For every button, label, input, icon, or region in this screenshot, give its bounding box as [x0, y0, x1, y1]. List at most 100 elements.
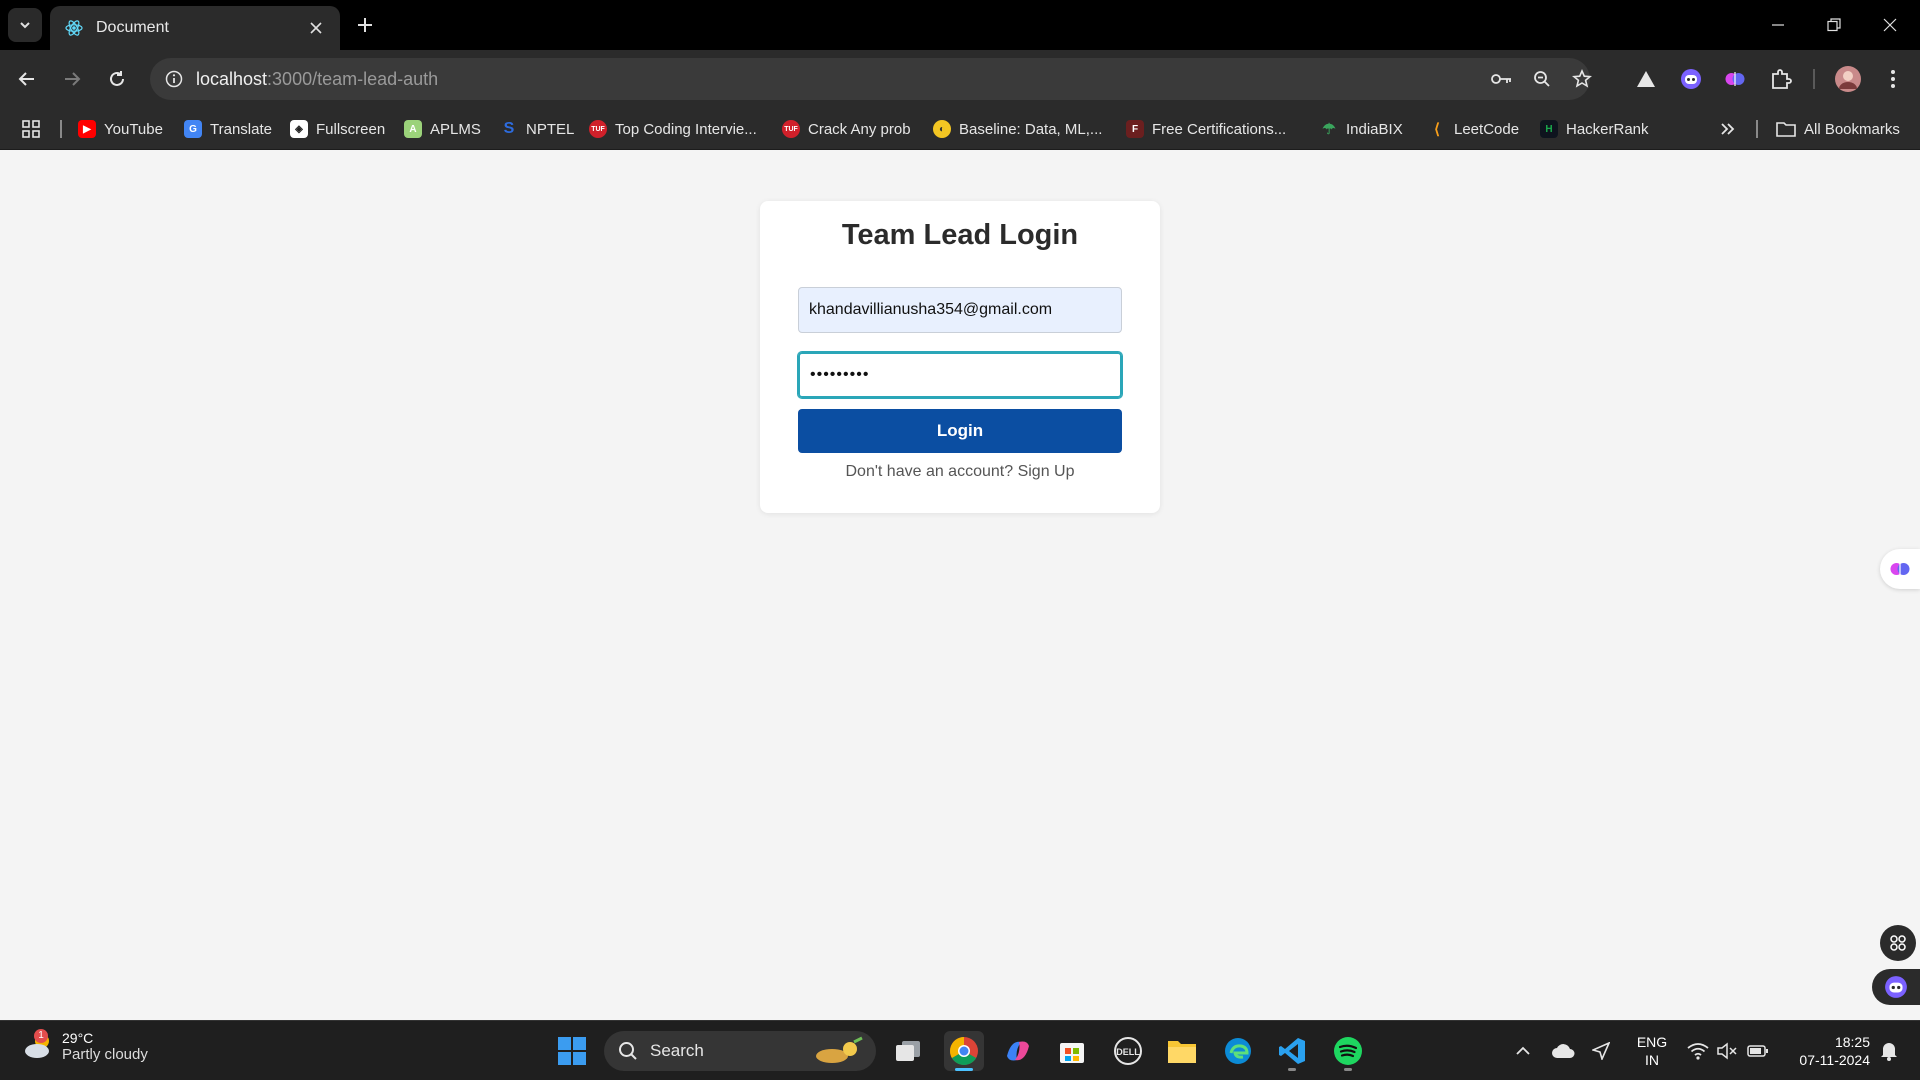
- bookmark-baseline[interactable]: ◐ Baseline: Data, ML,...: [933, 108, 1102, 150]
- bookmark-aplms[interactable]: A APLMS: [404, 108, 481, 150]
- login-button[interactable]: Login: [798, 409, 1122, 453]
- bookmarks-bar: ▶ YouTube G Translate ◈ Fullscreen A APL…: [0, 108, 1920, 150]
- bookmark-hackerrank[interactable]: H HackerRank: [1540, 108, 1649, 150]
- taskbar-spotify[interactable]: [1328, 1031, 1368, 1071]
- profile-button[interactable]: [1833, 64, 1863, 94]
- start-button[interactable]: [552, 1031, 592, 1071]
- address-bar[interactable]: localhost:3000/team-lead-auth: [150, 58, 1590, 100]
- running-indicator: [1344, 1068, 1352, 1071]
- kebab-menu-icon: [1891, 70, 1895, 88]
- bot-extension-button[interactable]: [1678, 66, 1704, 92]
- close-tab-button[interactable]: [306, 18, 326, 38]
- zoom-out-icon: [1534, 71, 1550, 87]
- back-button[interactable]: [9, 61, 45, 97]
- taskbar-dell[interactable]: DELL: [1108, 1031, 1148, 1071]
- zoom-button[interactable]: [1530, 67, 1554, 91]
- extensions-button[interactable]: [1768, 66, 1794, 92]
- language-indicator[interactable]: ENG IN: [1632, 1033, 1672, 1069]
- key-icon: [1491, 74, 1511, 84]
- floating-bot-button[interactable]: [1872, 969, 1920, 1005]
- page-title: Team Lead Login: [841, 219, 1079, 251]
- clock-date: 07-11-2024: [1799, 1052, 1870, 1068]
- weather-badge: 1: [34, 1029, 48, 1043]
- volume-button[interactable]: [1714, 1021, 1740, 1080]
- bookmark-label: Fullscreen: [316, 120, 386, 138]
- double-chevron-right-icon: [1721, 123, 1735, 135]
- taskbar-vscode[interactable]: [1272, 1031, 1312, 1071]
- taskbar-store[interactable]: [1052, 1031, 1092, 1071]
- battery-button[interactable]: [1744, 1021, 1772, 1080]
- signup-link[interactable]: Don't have an account? Sign Up: [760, 463, 1160, 481]
- wifi-button[interactable]: [1684, 1021, 1712, 1080]
- bookmark-crack-any-prob[interactable]: TUF Crack Any prob: [782, 108, 911, 150]
- bookmark-label: APLMS: [430, 120, 481, 138]
- taskbar-chrome[interactable]: [944, 1031, 984, 1071]
- tuf-icon: TUF: [782, 120, 800, 138]
- active-indicator: [955, 1068, 973, 1071]
- site-info-button[interactable]: [162, 67, 186, 91]
- minimize-button[interactable]: [1750, 0, 1806, 50]
- brain-sidebar-button[interactable]: [1880, 549, 1920, 589]
- weather-widget[interactable]: 1 29°C Partly cloudy: [22, 1029, 148, 1063]
- bookmark-label: Top Coding Intervie...: [615, 120, 757, 138]
- restore-button[interactable]: [1806, 0, 1862, 50]
- edge-icon: [1225, 1038, 1251, 1064]
- bookmark-nptel[interactable]: S NPTEL: [500, 108, 575, 150]
- bookmark-label: Baseline: Data, ML,...: [959, 120, 1103, 138]
- show-hidden-icons-button[interactable]: [1510, 1021, 1536, 1080]
- chevron-up-icon: [1516, 1046, 1530, 1055]
- more-bookmarks-button[interactable]: [1720, 108, 1736, 150]
- location-button[interactable]: [1588, 1021, 1614, 1080]
- baseline-icon: ◐: [933, 120, 951, 138]
- toolbar-divider: [1813, 69, 1815, 89]
- task-view-button[interactable]: [888, 1031, 928, 1071]
- bookmark-leetcode[interactable]: ⟨ LeetCode: [1428, 108, 1519, 150]
- password-field[interactable]: [797, 351, 1123, 399]
- bookmark-label: LeetCode: [1454, 120, 1520, 138]
- bell-icon: [1881, 1043, 1897, 1061]
- bookmark-translate[interactable]: G Translate: [184, 108, 272, 150]
- close-window-button[interactable]: [1862, 0, 1918, 50]
- url-host: localhost: [196, 68, 268, 89]
- apps-grid-icon: [22, 120, 40, 138]
- aplms-icon: A: [404, 120, 422, 138]
- new-tab-button[interactable]: [352, 12, 378, 38]
- bookmark-star-button[interactable]: [1570, 67, 1594, 91]
- tab-search-button[interactable]: [8, 8, 42, 42]
- all-bookmarks-button[interactable]: All Bookmarks: [1776, 108, 1900, 150]
- indiabix-icon: ☂: [1322, 121, 1336, 138]
- bookmark-free-certifications[interactable]: F Free Certifications...: [1126, 108, 1286, 150]
- browser-toolbar: localhost:3000/team-lead-auth: [0, 50, 1920, 108]
- drive-extension-button[interactable]: [1633, 66, 1659, 92]
- certifications-icon: F: [1126, 120, 1144, 138]
- tab-document[interactable]: Document: [50, 6, 340, 50]
- floating-apps-button[interactable]: [1880, 925, 1916, 961]
- bookmark-fullscreen[interactable]: ◈ Fullscreen: [290, 108, 385, 150]
- spotify-icon: [1334, 1037, 1362, 1065]
- reload-button[interactable]: [99, 61, 135, 97]
- browser-menu-button[interactable]: [1880, 66, 1906, 92]
- taskbar-edge[interactable]: [1218, 1031, 1258, 1071]
- svg-text:DELL: DELL: [1116, 1047, 1140, 1057]
- bookmark-youtube[interactable]: ▶ YouTube: [78, 108, 163, 150]
- password-key-button[interactable]: [1490, 67, 1514, 91]
- taskbar-copilot[interactable]: [998, 1031, 1038, 1071]
- windows-taskbar: 1 29°C Partly cloudy Search DELL ENG IN …: [0, 1020, 1920, 1080]
- clock[interactable]: 18:25 07-11-2024: [1780, 1033, 1870, 1069]
- restore-icon: [1827, 18, 1841, 32]
- plus-icon: [358, 18, 372, 32]
- search-label: Search: [650, 1041, 704, 1060]
- email-field[interactable]: [798, 287, 1122, 333]
- bookmark-indiabix[interactable]: ☂ IndiaBIX: [1320, 108, 1402, 150]
- taskbar-file-explorer[interactable]: [1162, 1031, 1202, 1071]
- puzzle-icon: [1772, 69, 1792, 89]
- notifications-button[interactable]: [1874, 1021, 1904, 1080]
- search-highlight-icon: [816, 1036, 863, 1063]
- brain-extension-button[interactable]: [1722, 66, 1748, 92]
- forward-button[interactable]: [54, 61, 90, 97]
- bookmark-top-coding[interactable]: TUF Top Coding Intervie...: [589, 108, 757, 150]
- apps-button[interactable]: [22, 108, 40, 150]
- onedrive-button[interactable]: [1548, 1021, 1578, 1080]
- taskbar-search[interactable]: Search: [604, 1031, 876, 1071]
- nptel-icon: S: [503, 120, 515, 137]
